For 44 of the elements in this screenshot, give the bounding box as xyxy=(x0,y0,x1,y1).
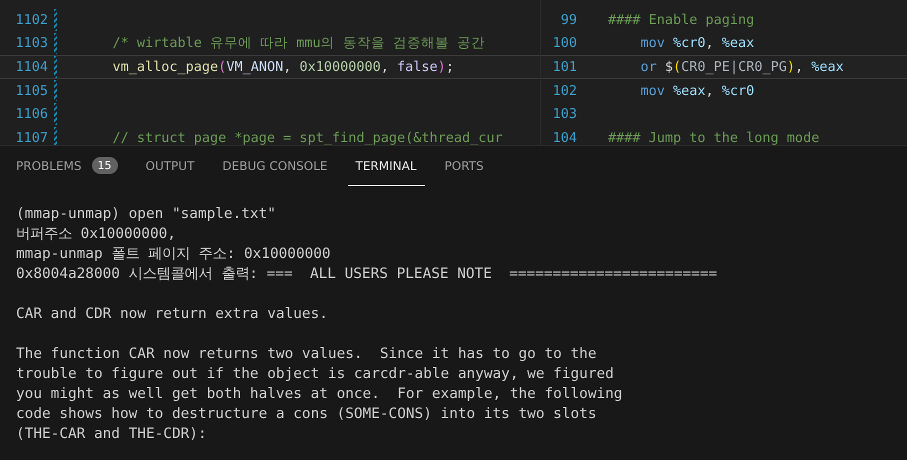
terminal-line: 0x8004a28000 시스템콜에서 출력: === ALL USERS PLEASE NOTE ======================== xyxy=(16,266,718,282)
code-line: #### Jump to the long mode xyxy=(608,130,820,145)
line-number: 1107 xyxy=(14,130,48,145)
change-marker xyxy=(54,32,57,54)
line-number: 104 xyxy=(552,130,577,145)
code-line: /* wirtable 유무에 따라 mmu의 동작을 검증해볼 공간 xyxy=(112,34,486,52)
code-line: mov %cr0, %eax xyxy=(640,35,754,52)
change-marker xyxy=(54,126,57,145)
code-line: mov %eax, %cr0 xyxy=(640,82,754,99)
panel-tab[interactable]: PORTS xyxy=(436,146,492,186)
terminal-line: CAR and CDR now return extra values. xyxy=(16,306,328,322)
change-marker xyxy=(54,9,57,31)
terminal-line: 버퍼주소 0x10000000, xyxy=(16,226,176,242)
change-marker xyxy=(54,103,57,125)
panel-tab[interactable]: OUTPUT xyxy=(138,146,202,186)
code-line: or $(CR0_PE|CR0_PG), %eax xyxy=(640,58,844,75)
terminal-line: trouble to figure out if the object is carcdr-able anyway, we figured xyxy=(16,366,614,382)
code-line: vm_alloc_page(VM_ANON, 0x10000000, false); xyxy=(112,58,454,75)
terminal-line: (THE-CAR and THE-CDR): xyxy=(16,426,207,442)
panel-tab[interactable]: PROBLEMS 15 xyxy=(8,146,126,186)
count-badge: 15 xyxy=(92,157,118,174)
change-marker xyxy=(54,56,57,78)
code-line: #### Enable paging xyxy=(608,12,754,28)
line-number: 102 xyxy=(552,82,577,99)
code-editor[interactable]: 1102 1103 /* wirtable 유무에 따라 mmu의 동작을 검증해볼 공간 1104 vm_alloc_page(VM_ANON, 0x10000000, false); 1105 1106 1107 // struct page *page = spt_find_page(&thread_cur xyxy=(0,0,541,145)
line-number: 99 xyxy=(560,12,577,28)
code-editor[interactable]: 99 #### Enable paging 100 mov %cr0, %eax 101 or $(CR0_PE|CR0_PG), %eax 102 mov %eax, %cr0 103 104 #### Jump to the long mode xyxy=(541,0,907,145)
code-line: // struct page *page = spt_find_page(&thread_cur xyxy=(112,130,503,145)
panel-tab[interactable]: TERMINAL xyxy=(348,146,425,186)
line-number: 1102 xyxy=(14,12,48,28)
line-number: 1103 xyxy=(14,35,48,52)
terminal-line: you might as well get both halves at once. For example, the following xyxy=(16,386,622,402)
panel-tab[interactable]: DEBUG CONSOLE xyxy=(214,146,336,186)
line-number: 100 xyxy=(552,35,577,52)
line-number: 1105 xyxy=(14,82,48,99)
terminal-line: (mmap-unmap) open "sample.txt" xyxy=(16,206,276,222)
change-marker xyxy=(54,80,57,102)
line-number: 101 xyxy=(552,58,577,75)
line-number: 1104 xyxy=(14,58,48,75)
terminal-line: mmap-unmap 폴트 페이지 주소: 0x10000000 xyxy=(16,246,331,262)
line-number: 1106 xyxy=(14,106,48,122)
terminal-line: The function CAR now returns two values. Since it has to go to the xyxy=(16,346,596,362)
terminal-line: code shows how to destructure a cons (SOME-CONS) into its two slots xyxy=(16,406,596,422)
line-number: 103 xyxy=(552,106,577,122)
